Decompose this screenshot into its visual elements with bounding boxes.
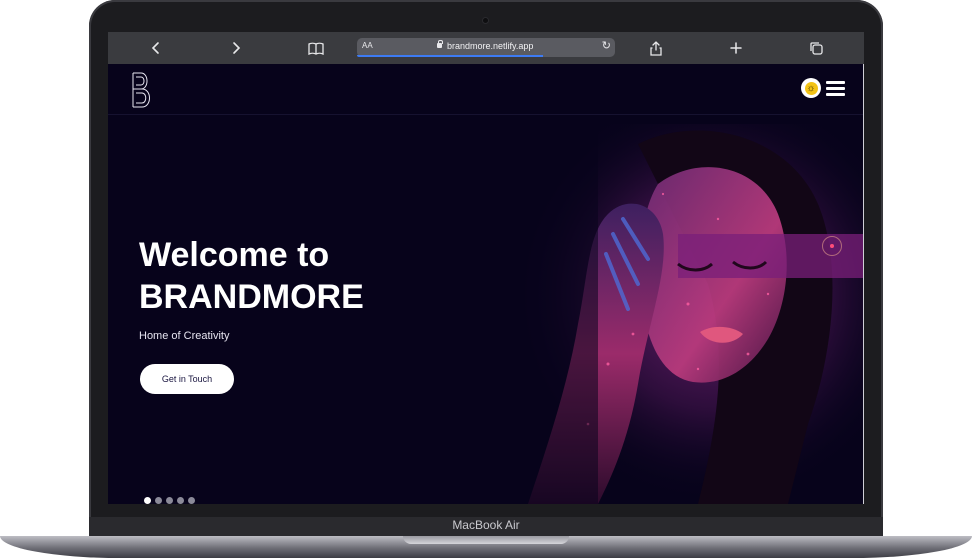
hero-portrait-image: [488, 124, 864, 504]
browser-toolbar: AA brandmore.netlify.app ↻: [108, 32, 864, 64]
bookmarks-icon[interactable]: [307, 40, 325, 56]
lock-icon: [437, 40, 443, 48]
laptop-opening-notch: [403, 536, 569, 544]
device-label: MacBook Air: [452, 518, 520, 532]
slider-dot[interactable]: [188, 497, 195, 504]
brand-logo[interactable]: [130, 70, 154, 110]
page-load-progress: [357, 55, 543, 57]
theme-toggle-button[interactable]: ☼: [801, 78, 821, 98]
reload-icon[interactable]: ↻: [602, 39, 611, 52]
tabs-icon[interactable]: [808, 40, 824, 56]
hero-title-line-2: BRANDMORE: [139, 278, 364, 316]
back-icon[interactable]: [148, 40, 164, 56]
hero-title-line-1: Welcome to: [139, 236, 330, 274]
hero-subtitle: Home of Creativity: [139, 330, 230, 342]
website: ☼ Welcome to BRANDMORE Home of Creativit…: [108, 64, 864, 504]
scroll-indicator-icon[interactable]: [822, 236, 842, 256]
forward-icon[interactable]: [228, 40, 244, 56]
sun-icon: ☼: [804, 81, 818, 95]
slider-dot[interactable]: [144, 497, 151, 504]
address-bar[interactable]: AA brandmore.netlify.app ↻: [357, 38, 615, 57]
url-text[interactable]: brandmore.netlify.app: [447, 41, 533, 51]
slider-dot[interactable]: [177, 497, 184, 504]
hero-title: Welcome to BRANDMORE: [139, 234, 364, 318]
new-tab-icon[interactable]: [728, 40, 744, 56]
slider-pagination: [144, 497, 195, 504]
site-header: ☼: [108, 64, 864, 115]
slider-dot[interactable]: [166, 497, 173, 504]
camera: [483, 18, 488, 23]
slider-dot[interactable]: [155, 497, 162, 504]
share-icon[interactable]: [648, 40, 664, 56]
reader-text-size-button[interactable]: AA: [362, 41, 373, 50]
scrollbar[interactable]: [863, 64, 864, 504]
laptop-screen: AA brandmore.netlify.app ↻ ☼ Welcome to …: [108, 32, 864, 504]
get-in-touch-button[interactable]: Get in Touch: [140, 364, 234, 394]
hamburger-menu-icon[interactable]: [826, 81, 845, 96]
